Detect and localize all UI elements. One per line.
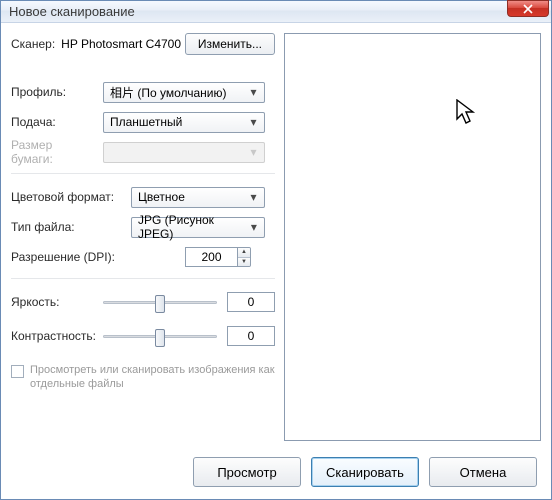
contrast-thumb[interactable] (155, 329, 165, 347)
profile-label: Профиль: (11, 85, 103, 99)
file-type-select[interactable]: JPG (Рисунок JPEG) ▾ (131, 217, 265, 238)
cancel-button[interactable]: Отмена (429, 457, 537, 487)
paper-size-select: ▾ (103, 142, 265, 163)
contrast-slider[interactable] (103, 335, 217, 338)
divider (11, 173, 275, 174)
contrast-label: Контрастность: (11, 329, 103, 343)
color-format-select[interactable]: Цветное ▾ (131, 187, 265, 208)
close-button[interactable] (507, 0, 549, 17)
window-title: Новое сканирование (9, 4, 135, 19)
color-format-label: Цветовой формат: (11, 190, 131, 204)
brightness-thumb[interactable] (155, 295, 165, 313)
chevron-down-icon: ▾ (246, 190, 261, 205)
brightness-slider[interactable] (103, 301, 217, 304)
dialog-buttons: Просмотр Сканировать Отмена (193, 457, 537, 487)
scan-dialog: Новое сканирование Сканер: HP Photosmart… (0, 0, 552, 500)
paper-size-label: Размер бумаги: (11, 138, 103, 166)
divider (11, 278, 275, 279)
spinner-up[interactable]: ▲ (238, 248, 250, 258)
separate-files-checkbox[interactable] (11, 365, 24, 378)
separate-files-label: Просмотреть или сканировать изображения … (30, 363, 275, 392)
chevron-down-icon: ▾ (246, 145, 261, 160)
profile-select[interactable]: 相片 (По умолчанию) ▾ (103, 82, 265, 103)
content-area: Сканер: HP Photosmart C4700 Изменить... … (1, 23, 551, 499)
spinner-down[interactable]: ▼ (238, 258, 250, 267)
resolution-label: Разрешение (DPI): (11, 250, 131, 264)
preview-button[interactable]: Просмотр (193, 457, 301, 487)
resolution-input[interactable] (185, 247, 237, 267)
resolution-spinner: ▲ ▼ (237, 247, 251, 267)
change-scanner-button[interactable]: Изменить... (185, 33, 275, 55)
brightness-label: Яркость: (11, 295, 103, 309)
chevron-down-icon: ▾ (246, 115, 261, 130)
titlebar: Новое сканирование (1, 1, 551, 23)
scan-button[interactable]: Сканировать (311, 457, 419, 487)
chevron-down-icon: ▾ (247, 220, 261, 235)
scanner-label: Сканер: (11, 37, 61, 51)
contrast-value[interactable] (227, 326, 275, 346)
file-type-label: Тип файла: (11, 220, 131, 234)
close-icon (523, 4, 533, 14)
source-label: Подача: (11, 115, 103, 129)
chevron-down-icon: ▾ (246, 85, 261, 100)
settings-pane: Сканер: HP Photosmart C4700 Изменить... … (11, 33, 275, 441)
source-select[interactable]: Планшетный ▾ (103, 112, 265, 133)
brightness-value[interactable] (227, 292, 275, 312)
scanner-name: HP Photosmart C4700 (61, 37, 181, 51)
preview-area (284, 33, 541, 441)
